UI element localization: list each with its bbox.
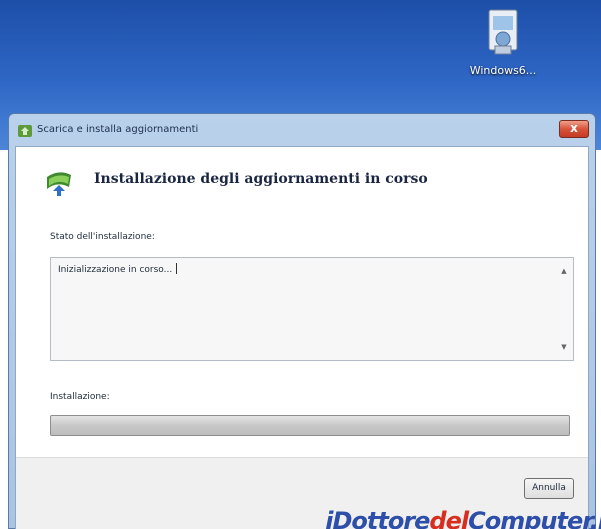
- titlebar[interactable]: Scarica e installa aggiornamenti x: [9, 114, 595, 146]
- installer-package-icon: [483, 6, 523, 58]
- window-client-area: Installazione degli aggiornamenti in cor…: [15, 146, 589, 529]
- status-text: Inizializzazione in corso...: [58, 263, 178, 275]
- screen: Windows6... Scarica e installa aggiornam…: [0, 0, 601, 529]
- window-title: Scarica e installa aggiornamenti: [37, 124, 199, 135]
- text-caret: [176, 263, 178, 274]
- watermark-logo: iDottoredelComputer.i: [325, 507, 601, 529]
- status-textbox[interactable]: Inizializzazione in corso... ▲ ▼: [50, 257, 574, 361]
- windows-update-icon: [17, 123, 33, 139]
- watermark-part-3: Computer.i: [468, 507, 601, 529]
- watermark-part-1: iDottore: [325, 507, 430, 529]
- status-message: Inizializzazione in corso...: [58, 265, 173, 275]
- scroll-up-arrow-icon[interactable]: ▲: [560, 267, 568, 275]
- scroll-down-arrow-icon[interactable]: ▼: [560, 343, 568, 351]
- page-title: Installazione degli aggiornamenti in cor…: [94, 171, 428, 187]
- desktop-shortcut[interactable]: Windows6...: [448, 6, 558, 96]
- windows-update-icon: [43, 167, 75, 199]
- installation-label: Installazione:: [50, 392, 110, 402]
- close-button[interactable]: x: [559, 120, 589, 138]
- installation-progress-bar: [50, 415, 570, 436]
- watermark-part-2: del: [429, 507, 469, 529]
- cancel-button[interactable]: Annulla: [524, 478, 574, 499]
- desktop-shortcut-label: Windows6...: [469, 64, 537, 77]
- status-label: Stato dell'installazione:: [50, 232, 155, 242]
- update-window: Scarica e installa aggiornamenti x Insta…: [8, 113, 596, 529]
